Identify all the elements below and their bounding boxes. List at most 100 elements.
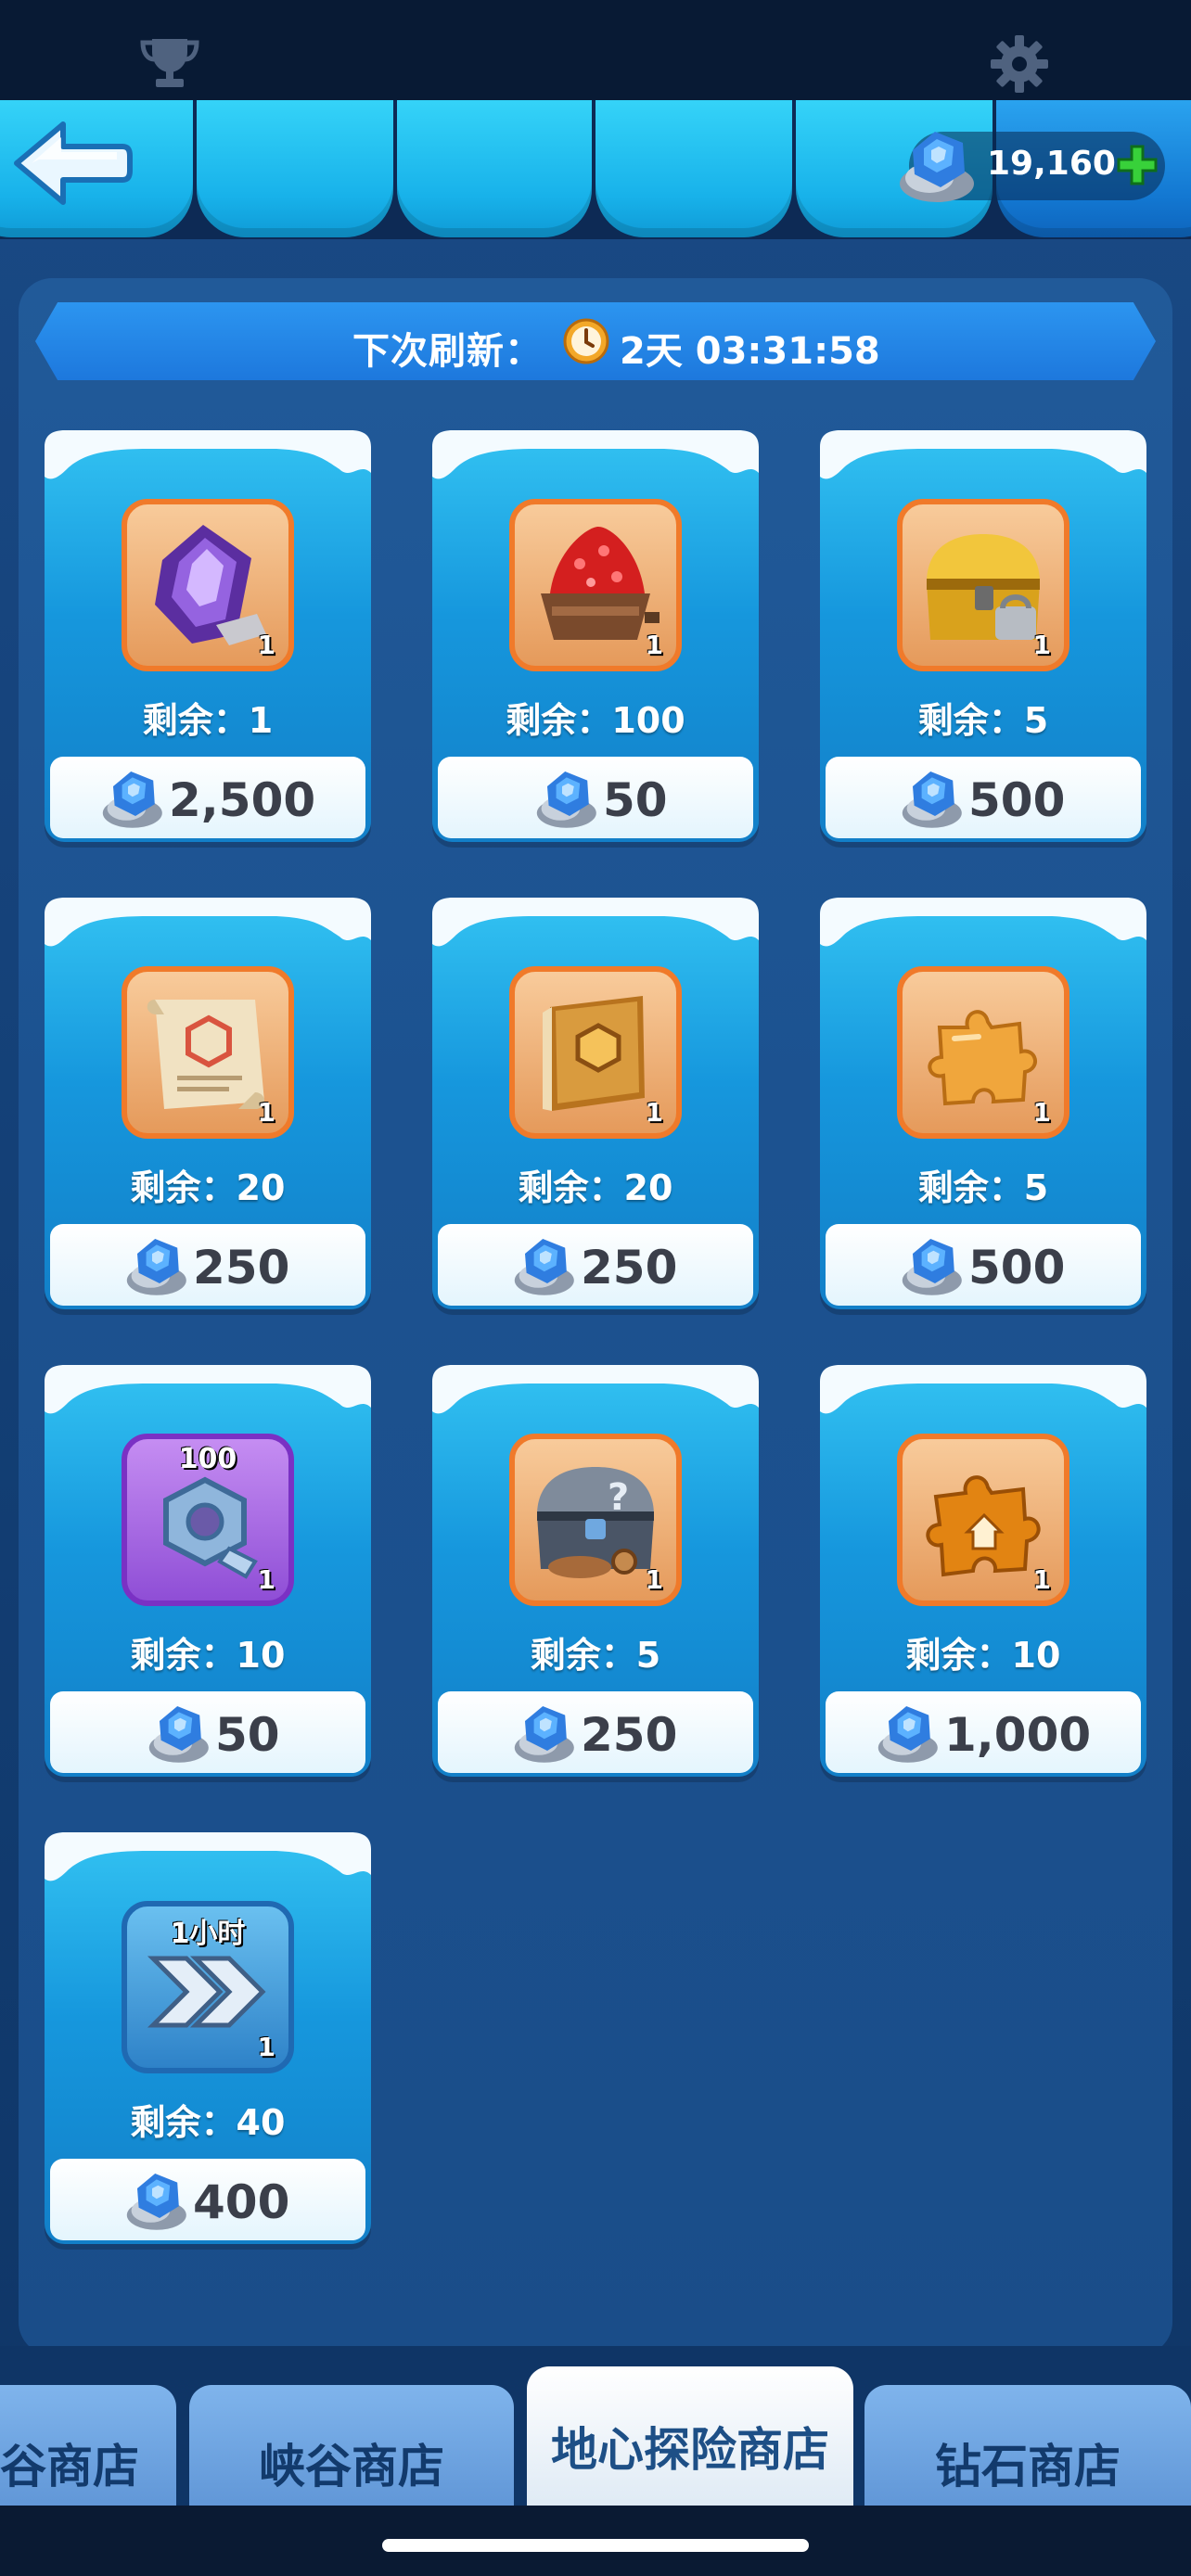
header-tab-3[interactable] (397, 100, 592, 237)
gear-icon[interactable] (989, 33, 1050, 95)
snow-cap (820, 1365, 1146, 1414)
tab-label: 峡谷商店 (259, 2440, 444, 2493)
snow-cap (45, 1365, 371, 1414)
header-tab-4[interactable] (596, 100, 792, 237)
shop-item-card[interactable]: 100 1 剩余：10 50 (45, 1365, 371, 1777)
item-frame: 100 1 (122, 1434, 294, 1606)
item-price: 500 (968, 773, 1066, 827)
refresh-countdown: 2天 03:31:58 (620, 330, 880, 373)
blue-gem-icon (148, 1706, 209, 1763)
back-arrow-icon[interactable] (13, 119, 134, 208)
blue-gem-icon (902, 1239, 962, 1295)
price-button[interactable]: 500 (826, 1224, 1141, 1306)
price-button[interactable]: 250 (438, 1224, 753, 1306)
snow-cap (45, 430, 371, 479)
shop-item-card[interactable]: 1 剩余：5 500 (820, 898, 1146, 1309)
blue-gem-icon (126, 1239, 186, 1295)
item-frame: 1 (122, 499, 294, 671)
item-frame: 1 (897, 499, 1069, 671)
price-button[interactable]: 50 (438, 757, 753, 838)
item-count: 1 (257, 1097, 275, 1128)
item-frame: ? 1 (509, 1434, 682, 1606)
item-count: 1 (1032, 630, 1051, 660)
item-price: 400 (193, 2175, 290, 2229)
remaining-stock: 剩余：5 (530, 1635, 661, 1676)
blue-gem-icon (902, 772, 962, 828)
snow-cap (45, 898, 371, 947)
refresh-label: 下次刷新： (352, 330, 543, 373)
price-button[interactable]: 250 (438, 1691, 753, 1773)
remaining-stock: 剩余：40 (130, 2102, 286, 2143)
shop-item-card[interactable]: 1 剩余：5 500 (820, 430, 1146, 842)
remaining-stock: 剩余：20 (518, 1167, 673, 1208)
item-price: 50 (603, 773, 668, 827)
remaining-stock: 剩余：100 (506, 700, 685, 741)
item-frame: 1 (509, 966, 682, 1139)
item-count: 1 (257, 630, 275, 660)
item-frame: 1 (897, 966, 1069, 1139)
item-count: 1 (257, 2032, 275, 2062)
home-indicator[interactable] (382, 2539, 809, 2552)
item-price: 2,500 (169, 773, 316, 827)
add-currency-icon[interactable] (1115, 143, 1159, 187)
shop-item-card[interactable]: 1 剩余：100 50 (432, 430, 759, 842)
price-button[interactable]: 250 (50, 1224, 365, 1306)
price-button[interactable]: 2,500 (50, 757, 365, 838)
item-price: 250 (581, 1708, 678, 1762)
shop-item-card[interactable]: 1 剩余：1 2,500 (45, 430, 371, 842)
item-count: 1 (645, 1097, 663, 1128)
item-count: 1 (1032, 1564, 1051, 1595)
remaining-stock: 剩余：5 (917, 1167, 1049, 1208)
shop-item-card[interactable]: 1 剩余：20 250 (432, 898, 759, 1309)
snow-cap (820, 430, 1146, 479)
remaining-stock: 剩余：5 (917, 700, 1049, 741)
snow-cap (432, 898, 759, 947)
item-price: 50 (215, 1708, 280, 1762)
blue-gem-icon (536, 772, 596, 828)
item-frame: 1 (122, 966, 294, 1139)
price-button[interactable]: 500 (826, 757, 1141, 838)
header-tab-2[interactable] (197, 100, 393, 237)
item-price: 250 (581, 1241, 678, 1294)
tab-canyon-shop[interactable]: 峡谷商店 (189, 2385, 514, 2515)
snow-cap (820, 898, 1146, 947)
trophy-icon[interactable] (139, 37, 200, 89)
price-button[interactable]: 1,000 (826, 1691, 1141, 1773)
item-price: 500 (968, 1241, 1066, 1294)
shop-item-card[interactable]: 1 剩余：10 1,000 (820, 1365, 1146, 1777)
remaining-stock: 剩余：20 (130, 1167, 286, 1208)
snow-cap (432, 430, 759, 479)
item-frame: 1 (897, 1434, 1069, 1606)
item-frame: 1 (509, 499, 682, 671)
blue-gem-icon (126, 2174, 186, 2230)
shop-screen: 19,160 下次刷新： 2天 03:31:58 1 剩余：1 2,500 1 … (0, 0, 1191, 2576)
blue-gem-icon (877, 1706, 938, 1763)
item-amount-label: 1小时 (170, 1918, 246, 1950)
shop-item-card[interactable]: 1小时 1 剩余：40 400 (45, 1832, 371, 2244)
blue-gem-icon (514, 1239, 574, 1295)
blue-gem-icon (102, 772, 162, 828)
shop-item-card[interactable]: 1 剩余：20 250 (45, 898, 371, 1309)
blue-gem-icon (900, 132, 974, 202)
tab-label: 钻石商店 (935, 2440, 1121, 2493)
price-button[interactable]: 50 (50, 1691, 365, 1773)
tab-diamond-shop[interactable]: 钻石商店 (864, 2385, 1191, 2515)
top-strip (0, 0, 1191, 100)
shop-item-card[interactable]: ? 1 剩余：5 250 (432, 1365, 759, 1777)
snow-cap (432, 1365, 759, 1414)
currency-counter: 19,160 (900, 132, 1165, 202)
remaining-stock: 剩余：10 (905, 1635, 1061, 1676)
clock-icon (563, 318, 609, 364)
item-amount-label: 100 (178, 1443, 237, 1475)
price-button[interactable]: 400 (50, 2159, 365, 2240)
tab-shop-partial[interactable]: 谷商店 (0, 2385, 176, 2515)
item-count: 1 (1032, 1097, 1051, 1128)
remaining-stock: 剩余：10 (130, 1635, 286, 1676)
item-count: 1 (645, 630, 663, 660)
svg-text:?: ? (608, 1476, 629, 1519)
snow-cap (45, 1832, 371, 1881)
tab-label: 地心探险商店 (551, 2423, 829, 2477)
currency-amount: 19,160 (987, 145, 1116, 183)
item-frame: 1小时 1 (122, 1901, 294, 2073)
tab-core-expedition-shop[interactable]: 地心探险商店 (527, 2366, 853, 2515)
